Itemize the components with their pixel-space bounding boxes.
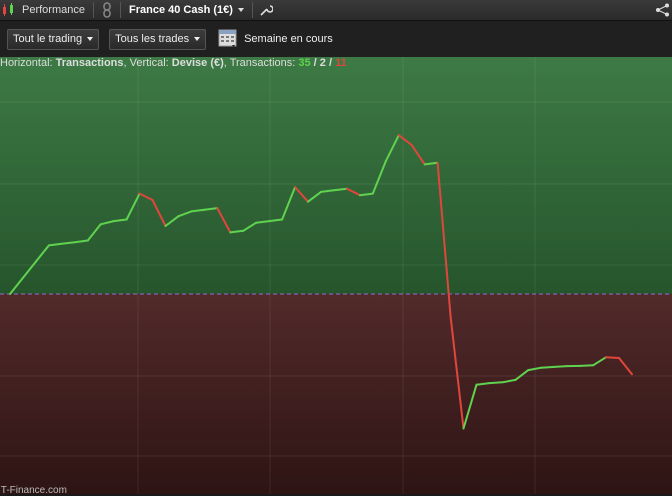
gain-segment — [490, 382, 503, 383]
period-label: Semaine en cours — [244, 33, 333, 45]
top-bar: Performance France 40 Cash (1€) — [0, 0, 672, 21]
winning-trades-count: 35 — [298, 57, 310, 69]
calendar-icon — [218, 28, 238, 51]
watermark: IT-Finance.com — [0, 485, 67, 496]
gain-segment — [554, 366, 567, 367]
count-separator: / — [326, 57, 335, 69]
trades-filter-label: Tous les trades — [115, 33, 189, 45]
vertical-value: Devise (€) — [172, 57, 224, 69]
trading-filter-dropdown[interactable]: Tout le trading — [7, 29, 99, 50]
horizontal-value: Transactions — [56, 57, 124, 69]
losing-trades-count: 11 — [335, 57, 347, 69]
link-icon[interactable] — [98, 1, 116, 19]
wrench-icon[interactable] — [257, 1, 275, 19]
trades-filter-dropdown[interactable]: Tous les trades — [109, 29, 206, 50]
gain-segment — [580, 365, 593, 366]
performance-label[interactable]: Performance — [18, 4, 89, 16]
separator — [120, 2, 121, 18]
trading-filter-label: Tout le trading — [13, 33, 82, 45]
equity-curve-chart — [0, 57, 672, 494]
separator — [93, 2, 94, 18]
filter-toolbar: Tout le trading Tous les trades Semaine … — [0, 21, 672, 57]
gain-segment — [541, 367, 554, 368]
instrument-selector[interactable]: France 40 Cash (1€) — [125, 4, 248, 16]
horizontal-label: Horizontal: — [0, 57, 56, 69]
chevron-down-icon — [87, 37, 93, 41]
candlestick-icon[interactable] — [0, 1, 18, 19]
chart-info-line: Horizontal: Transactions, Vertical: Devi… — [0, 57, 347, 73]
chevron-down-icon — [238, 8, 244, 12]
positive-zone — [0, 57, 672, 294]
instrument-label: France 40 Cash (1€) — [129, 4, 233, 16]
count-separator: / — [311, 57, 320, 69]
separator — [252, 2, 253, 18]
share-icon[interactable] — [654, 1, 672, 19]
vertical-label: , Vertical: — [124, 57, 172, 69]
chevron-down-icon — [194, 37, 200, 41]
negative-zone — [0, 294, 672, 494]
loss-segment — [606, 357, 619, 358]
period-selector[interactable]: Semaine en cours — [218, 28, 333, 51]
transactions-label: , Transactions: — [224, 57, 299, 69]
